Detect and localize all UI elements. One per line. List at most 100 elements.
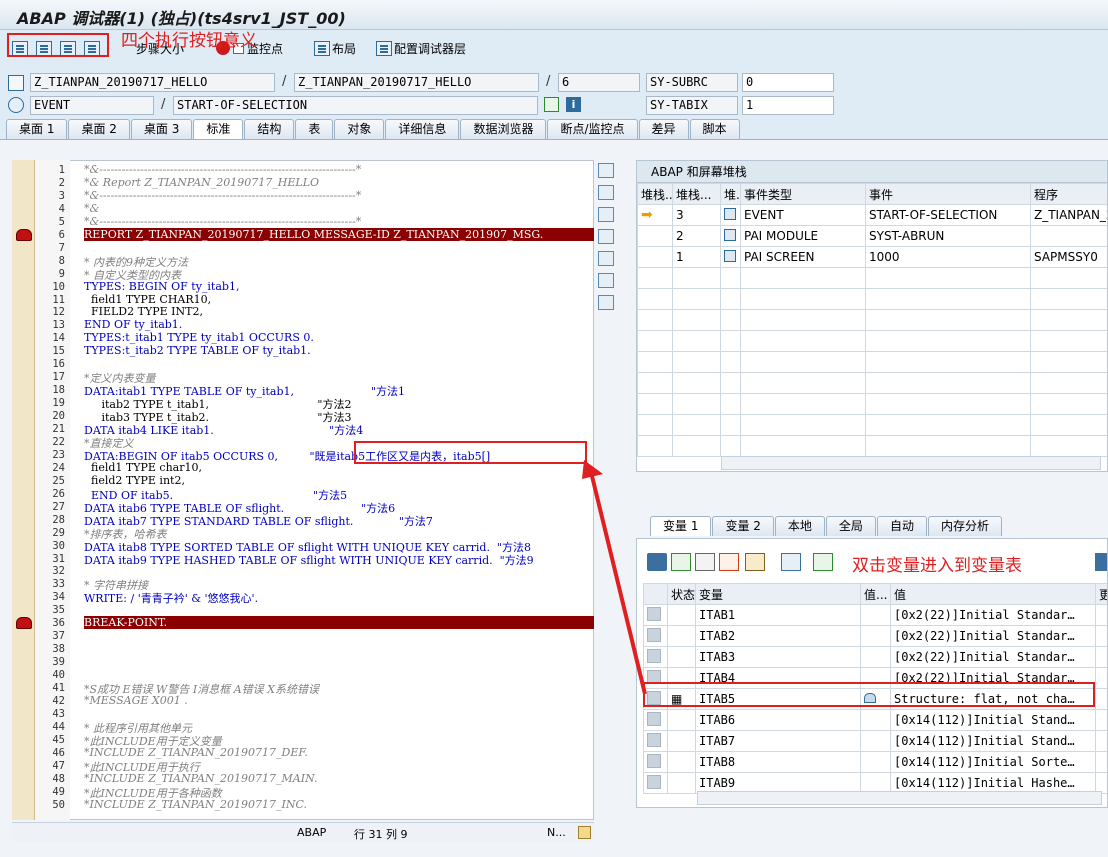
- folder-icon[interactable]: [813, 553, 833, 571]
- tab-12[interactable]: 脚本: [689, 119, 740, 139]
- var-col-header[interactable]: 更: [1095, 583, 1107, 605]
- var-tab-2[interactable]: 变量 2: [712, 516, 774, 536]
- row-selector[interactable]: [647, 711, 661, 726]
- row-selector[interactable]: [647, 627, 661, 642]
- tab-11[interactable]: 差异: [638, 119, 689, 139]
- tab-3[interactable]: 桌面 3: [130, 119, 193, 139]
- tab-8[interactable]: 详细信息: [385, 119, 460, 139]
- variable-cell: [643, 751, 668, 773]
- event-type-field[interactable]: EVENT: [30, 96, 154, 115]
- edit-icon[interactable]: [671, 553, 691, 571]
- var-tab-1[interactable]: 变量 1: [650, 516, 712, 536]
- stack-row[interactable]: ➡ 3 EVENT START-OF-SELECTION Z_TIANPAN_2: [637, 204, 1107, 226]
- stack-col-header[interactable]: 堆栈...: [672, 183, 721, 205]
- stack-cell: [1030, 267, 1107, 289]
- breakpoint-icon[interactable]: [16, 228, 32, 241]
- var-tab-3[interactable]: 本地: [774, 516, 825, 536]
- stack-col-header[interactable]: 程序: [1030, 183, 1107, 205]
- notepad-icon[interactable]: [578, 826, 591, 839]
- row-selector[interactable]: [647, 648, 661, 663]
- close-icon[interactable]: [598, 163, 614, 178]
- line-number: 25: [52, 474, 65, 487]
- row-selector[interactable]: [647, 606, 661, 621]
- info-icon[interactable]: i: [566, 97, 581, 112]
- sort-icon[interactable]: [745, 553, 765, 571]
- tab-4[interactable]: 标准: [193, 119, 244, 139]
- stack-cell: [720, 372, 741, 394]
- tab-2[interactable]: 桌面 2: [68, 119, 130, 139]
- variables-horizontal-scrollbar[interactable]: [697, 791, 1102, 805]
- var-tab-6[interactable]: 内存分析: [927, 516, 1002, 536]
- program-field[interactable]: Z_TIANPAN_20190717_HELLO: [30, 73, 275, 92]
- variable-row[interactable]: ITAB7 [0x14(112)]Initial Stand…: [643, 730, 1107, 752]
- export-icon[interactable]: [781, 553, 801, 571]
- stack-row[interactable]: 1 PAI SCREEN 1000 SAPMSSY0: [637, 246, 1107, 268]
- stack-cell: [720, 246, 741, 268]
- tab-10[interactable]: 断点/监控点: [547, 119, 638, 139]
- var-col-header[interactable]: 变量: [695, 583, 861, 605]
- new-tool-icon[interactable]: [598, 185, 614, 200]
- stack-col-header[interactable]: 堆栈...: [637, 183, 673, 205]
- variable-cell: [1095, 709, 1107, 731]
- var-tab-4[interactable]: 全局: [825, 516, 876, 536]
- stack-cell: [720, 414, 741, 436]
- stack-cell: [740, 393, 866, 415]
- code-line: TYPES: BEGIN OF ty_itab1,: [84, 279, 240, 293]
- stack-table: 堆栈...堆栈...堆...事件类型事件程序 ➡3EVENTSTART-OF-S…: [637, 183, 1107, 457]
- stack-cell: SAPMSSY0: [1030, 246, 1107, 268]
- swap-tool-icon[interactable]: [598, 207, 614, 222]
- config-layer-button[interactable]: 配置调试器层: [376, 39, 466, 57]
- layout-button[interactable]: 布局: [314, 39, 356, 57]
- variable-row[interactable]: ITAB2 [0x2(22)]Initial Standar…: [643, 625, 1107, 647]
- variable-row[interactable]: ITAB6 [0x14(112)]Initial Stand…: [643, 709, 1107, 731]
- var-col-header[interactable]: [643, 583, 668, 605]
- stack-horizontal-scrollbar[interactable]: [721, 456, 1101, 470]
- line-field[interactable]: 6: [558, 73, 640, 92]
- stack-row[interactable]: 2 PAI MODULE SYST-ABRUN: [637, 225, 1107, 247]
- variable-row[interactable]: ITAB3 [0x2(22)]Initial Standar…: [643, 646, 1107, 668]
- save-icon[interactable]: [1095, 553, 1107, 571]
- include-field[interactable]: Z_TIANPAN_20190717_HELLO: [294, 73, 539, 92]
- services-icon[interactable]: [598, 295, 614, 310]
- variable-value: [0x2(22)]Initial Standar…: [894, 650, 1075, 664]
- sy-tabix-value[interactable]: 1: [742, 96, 834, 115]
- variable-row[interactable]: ITAB1 [0x2(22)]Initial Standar…: [643, 604, 1107, 626]
- tab-6[interactable]: 表: [295, 119, 334, 139]
- event-field[interactable]: START-OF-SELECTION: [173, 96, 538, 115]
- variable-cell: [643, 772, 668, 794]
- variable-name: ITAB9: [699, 776, 736, 790]
- tab-9[interactable]: 数据浏览器: [460, 119, 547, 139]
- row-selector[interactable]: [647, 774, 661, 789]
- variable-row[interactable]: ITAB8 [0x14(112)]Initial Sorte…: [643, 751, 1107, 773]
- stack-event: START-OF-SELECTION: [869, 208, 998, 222]
- stack-col-header[interactable]: 事件: [865, 183, 1031, 205]
- sy-subrc-value[interactable]: 0: [742, 73, 834, 92]
- row-selector[interactable]: [647, 732, 661, 747]
- navigate-icon[interactable]: [544, 97, 559, 112]
- detail-icon[interactable]: [695, 553, 715, 571]
- var-col-header[interactable]: 值: [890, 583, 1096, 605]
- tab-5[interactable]: 结构: [244, 119, 295, 139]
- tab-1[interactable]: 桌面 1: [6, 119, 68, 139]
- var-col-header[interactable]: 状态: [667, 583, 696, 605]
- stack-col-header[interactable]: 事件类型: [740, 183, 866, 205]
- var-col-header[interactable]: 值...: [860, 583, 891, 605]
- stack-cell: [865, 351, 1031, 373]
- tab-7[interactable]: 对象: [334, 119, 385, 139]
- variable-cell: [860, 625, 891, 647]
- stack-col-header[interactable]: 堆...: [720, 183, 741, 205]
- breakpoint-icon[interactable]: [16, 617, 32, 630]
- variable-cell: ITAB2: [695, 625, 861, 647]
- var-tab-5[interactable]: 自动: [876, 516, 927, 536]
- variable-cell: [643, 604, 668, 626]
- status-position: 行 31 列 9: [354, 828, 408, 841]
- stack-cell: PAI SCREEN: [740, 246, 866, 268]
- headphones-icon[interactable]: [598, 273, 614, 288]
- delete-icon[interactable]: [647, 553, 667, 571]
- breakpoint-gutter[interactable]: [12, 160, 35, 820]
- maximize-icon[interactable]: [598, 229, 614, 244]
- resize-icon[interactable]: [598, 251, 614, 266]
- variable-cell: ITAB7: [695, 730, 861, 752]
- row-selector[interactable]: [647, 753, 661, 768]
- filter-icon[interactable]: [719, 553, 739, 571]
